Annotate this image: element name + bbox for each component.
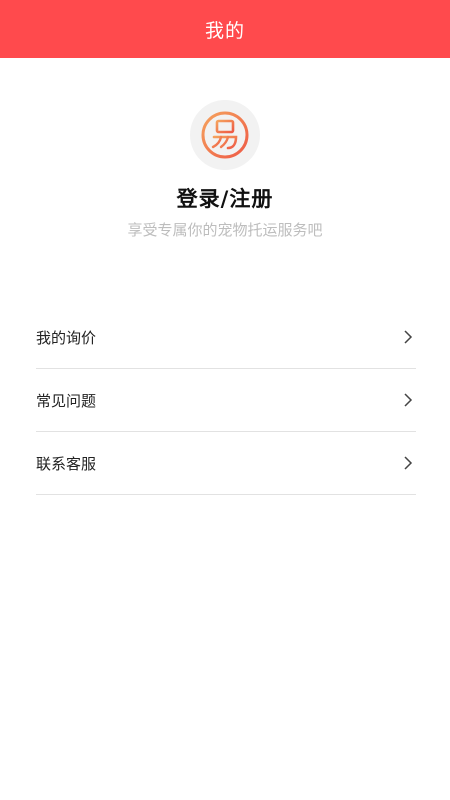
header-bar: 我的 xyxy=(0,0,450,58)
menu-list: 我的询价 常见问题 联系客服 xyxy=(36,306,416,495)
page-title: 我的 xyxy=(204,19,245,42)
menu-item-my-inquiry[interactable]: 我的询价 xyxy=(36,306,416,369)
menu-item-label: 联系客服 xyxy=(36,454,97,473)
chevron-right-icon xyxy=(402,456,414,470)
menu-item-label: 常见问题 xyxy=(36,391,97,410)
avatar[interactable] xyxy=(190,100,260,170)
yi-logo-icon xyxy=(201,111,249,159)
profile-section: 登录/注册 享受专属你的宠物托运服务吧 xyxy=(0,100,450,240)
menu-item-contact-service[interactable]: 联系客服 xyxy=(36,432,416,495)
menu-item-faq[interactable]: 常见问题 xyxy=(36,369,416,432)
profile-subtitle: 享受专属你的宠物托运服务吧 xyxy=(127,221,323,239)
login-register-link[interactable]: 登录/注册 xyxy=(177,186,274,212)
chevron-right-icon xyxy=(402,393,414,407)
chevron-right-icon xyxy=(402,330,414,344)
menu-item-label: 我的询价 xyxy=(36,328,97,347)
